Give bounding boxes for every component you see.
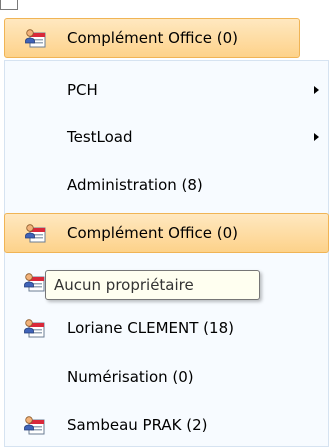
menu-item-label: Loriane CLEMENT (18)	[67, 319, 234, 337]
submenu-arrow-icon	[314, 86, 319, 94]
menu-item-pch[interactable]: PCH	[4, 70, 329, 110]
user-office-icon	[23, 318, 45, 338]
menu-item-sambeau-prak[interactable]: Sambeau PRAK (2)	[4, 405, 329, 445]
menu-item-numerisation[interactable]: Numérisation (0)	[4, 357, 329, 397]
tooltip-text: Aucun propriétaire	[54, 276, 194, 294]
menu-item-administration[interactable]: Administration (8)	[4, 165, 329, 205]
menu-item-label: Complément Office (0)	[67, 29, 238, 47]
user-office-icon	[23, 415, 45, 435]
submenu-arrow-icon	[314, 133, 319, 141]
user-office-icon	[24, 28, 46, 48]
menu-item-label: Complément Office (0)	[67, 224, 238, 242]
menu-item-label: TestLoad	[67, 128, 133, 146]
menu-item-complement-office-top[interactable]: Complément Office (0)	[4, 18, 300, 58]
window-corner-box	[0, 0, 18, 10]
menu-item-loriane-clement[interactable]: Loriane CLEMENT (18)	[4, 308, 329, 348]
menu-item-complement-office[interactable]: Complément Office (0)	[4, 213, 329, 253]
menu-item-label: PCH	[67, 81, 98, 99]
user-office-icon	[24, 223, 46, 243]
user-office-icon	[23, 272, 45, 292]
menu-item-label: Sambeau PRAK (2)	[67, 416, 208, 434]
tooltip: Aucun propriétaire	[45, 270, 260, 300]
menu-item-testload[interactable]: TestLoad	[4, 117, 329, 157]
menu-item-label: Numérisation (0)	[67, 368, 194, 386]
menu-item-label: Administration (8)	[67, 176, 203, 194]
